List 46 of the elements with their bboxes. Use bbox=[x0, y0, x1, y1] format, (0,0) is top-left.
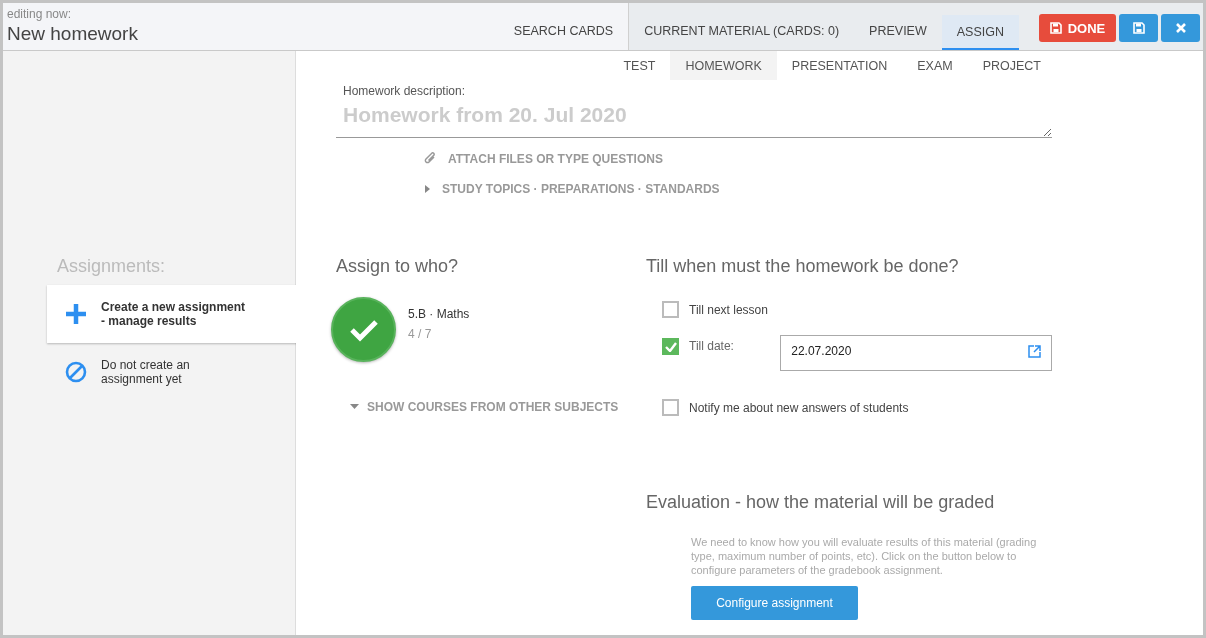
type-tab[interactable]: EXAM bbox=[902, 51, 968, 80]
editing-caption: editing now: bbox=[7, 7, 73, 21]
type-tab[interactable]: HOMEWORK bbox=[670, 51, 777, 80]
option-label: Do not create an assignment yet bbox=[101, 358, 190, 386]
close-button[interactable] bbox=[1161, 14, 1200, 42]
checkbox-label: Till next lesson bbox=[689, 301, 768, 318]
nav-tab[interactable]: SEARCH CARDS bbox=[498, 3, 629, 50]
nav-tab[interactable]: ASSIGN bbox=[941, 15, 1019, 50]
date-field[interactable]: 22.07.2020 bbox=[780, 335, 1052, 371]
save-icon bbox=[1049, 22, 1062, 34]
checkbox[interactable] bbox=[662, 301, 679, 318]
assignment-option[interactable]: Do not create an assignment yet bbox=[47, 343, 297, 401]
section-heading: Evaluation - how the material will be graded bbox=[646, 492, 996, 513]
sidebar-heading: Assignments: bbox=[57, 256, 167, 277]
done-button[interactable]: DONE bbox=[1039, 14, 1116, 42]
field-label: Homework description: bbox=[343, 84, 467, 98]
save-icon bbox=[1132, 22, 1145, 34]
checkbox[interactable] bbox=[662, 338, 679, 355]
course-badge[interactable] bbox=[331, 297, 396, 362]
assignment-option[interactable]: Create a new assignment - manage results bbox=[47, 285, 297, 343]
type-tab[interactable]: TEST bbox=[608, 51, 671, 80]
checkbox-label: Notify me about new answers of students bbox=[689, 399, 909, 416]
nav-tab[interactable]: CURRENT MATERIAL (CARDS: 0) bbox=[629, 3, 855, 50]
plus-icon bbox=[65, 303, 87, 325]
section-heading: Assign to who? bbox=[336, 256, 460, 277]
nav-tab[interactable]: PREVIEW bbox=[854, 3, 942, 50]
caret-icon bbox=[350, 404, 359, 410]
checkbox-label: Till date: bbox=[689, 338, 735, 354]
document-title: New homework bbox=[7, 23, 139, 45]
caret-icon bbox=[424, 184, 432, 194]
evaluation-text: We need to know how you will evaluate results of this material (grading type, maximum number of points, etc). Click on the button below to configure parameters of the gradebook assignment. bbox=[691, 535, 1038, 577]
paperclip-icon bbox=[424, 152, 438, 166]
checkbox[interactable] bbox=[662, 399, 679, 416]
option-label: Create a new assignment - manage results bbox=[101, 300, 246, 328]
course-name: 5.B · Maths bbox=[408, 306, 470, 321]
type-tab[interactable]: PROJECT bbox=[967, 51, 1056, 80]
course-count: 4 / 7 bbox=[408, 326, 433, 341]
date-value: 22.07.2020 bbox=[791, 344, 852, 358]
type-tab[interactable]: PRESENTATION bbox=[776, 51, 903, 80]
save-button[interactable] bbox=[1119, 14, 1158, 42]
check-icon bbox=[348, 317, 379, 342]
prohibited-icon bbox=[65, 361, 87, 383]
close-icon bbox=[1174, 22, 1187, 34]
check-icon bbox=[664, 341, 677, 352]
section-heading: Till when must the homework be done? bbox=[646, 256, 960, 277]
external-link-icon bbox=[1028, 344, 1041, 358]
